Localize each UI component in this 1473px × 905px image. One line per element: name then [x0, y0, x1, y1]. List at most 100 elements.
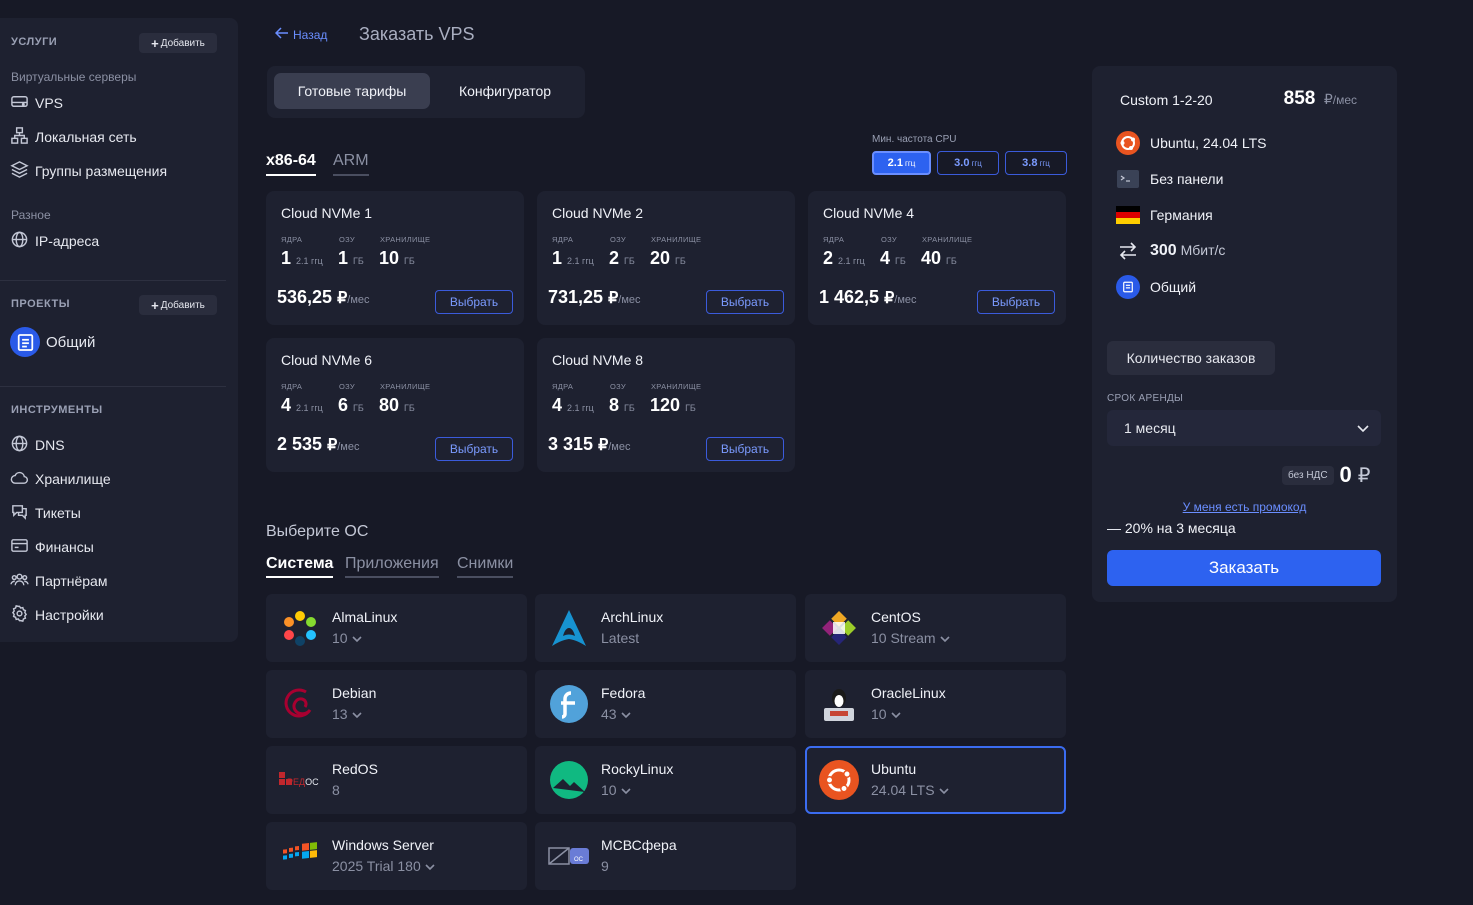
terminal-icon	[1116, 167, 1140, 191]
plan-price: 3 315 ₽/мес	[548, 434, 631, 455]
cpu-freq-label: Мин. частота CPU	[872, 134, 957, 145]
sidebar-item-placement-groups[interactable]: Группы размещения	[10, 160, 167, 182]
os-card-redos[interactable]: РЕДОС RedOS 8	[266, 746, 527, 814]
tab-apps[interactable]: Приложения	[345, 555, 439, 578]
plan-card[interactable]: Cloud NVMe 2 ЯДРА ОЗУ ХРАНИЛИЩЕ 1 2.1 гг…	[537, 191, 795, 325]
os-version[interactable]: 10	[601, 782, 631, 798]
plan-card[interactable]: Cloud NVMe 8 ЯДРА ОЗУ ХРАНИЛИЩЕ 4 2.1 гг…	[537, 338, 795, 472]
tab-x86-64[interactable]: x86-64	[266, 152, 316, 176]
os-version[interactable]: 24.04 LTS	[871, 782, 949, 798]
summary-currency: ₽	[1323, 91, 1333, 107]
ram-number: 1	[338, 248, 349, 268]
services-heading: УСЛУГИ	[11, 36, 58, 48]
tab-snapshots[interactable]: Снимки	[457, 555, 514, 578]
sidebar-item-local-network[interactable]: Локальная сеть	[10, 126, 137, 148]
os-card-oraclelinux[interactable]: OracleLinux 10	[805, 670, 1066, 738]
select-plan-button[interactable]: Выбрать	[706, 437, 784, 461]
term-select[interactable]: 1 месяц	[1107, 410, 1381, 446]
cores-value: 1 2.1 ггц	[281, 248, 323, 269]
os-card-almalinux[interactable]: AlmaLinux 10	[266, 594, 527, 662]
cores-value: 4 2.1 ггц	[552, 395, 594, 416]
os-name: CentOS	[871, 609, 921, 625]
os-version[interactable]: 2025 Trial 180	[332, 858, 435, 874]
cores-label: ЯДРА	[823, 235, 845, 244]
plan-card[interactable]: Cloud NVMe 1 ЯДРА ОЗУ ХРАНИЛИЩЕ 1 2.1 гг…	[266, 191, 524, 325]
sidebar-item-label: Финансы	[35, 539, 94, 555]
project-icon	[10, 327, 40, 357]
summary-speed: 300 Мбит/с	[1116, 239, 1225, 263]
os-version: 9	[601, 858, 609, 874]
select-plan-button[interactable]: Выбрать	[706, 290, 784, 314]
currency: ₽	[327, 437, 338, 454]
os-version: Latest	[601, 630, 639, 646]
arrow-left-icon	[274, 27, 289, 42]
plan-price: 2 535 ₽/мес	[277, 434, 360, 455]
select-plan-button[interactable]: Выбрать	[435, 437, 513, 461]
os-version[interactable]: 43	[601, 706, 631, 722]
sidebar-project-general[interactable]: Общий	[10, 327, 95, 357]
archlinux-icon	[548, 607, 590, 649]
cpu-option-3-8[interactable]: 3.8 ггц	[1005, 151, 1067, 175]
storage-value: 40 ГБ	[921, 248, 957, 269]
add-label: Добавить	[160, 37, 205, 49]
ram-label: ОЗУ	[339, 382, 355, 391]
os-card-archlinux[interactable]: ArchLinux Latest	[535, 594, 796, 662]
summary-project: Общий	[1116, 275, 1196, 299]
gb-unit: ГБ	[675, 256, 686, 266]
promo-code-link[interactable]: У меня есть промокод	[1092, 500, 1397, 514]
oraclelinux-icon	[818, 683, 860, 725]
os-card-мсвсфера[interactable]: ОС МСВСфера 9	[535, 822, 796, 890]
cores-number: 2	[823, 248, 834, 268]
chevron-down-icon	[621, 782, 631, 798]
add-service-button[interactable]: + Добавить	[139, 33, 217, 53]
sidebar-item-dns[interactable]: DNS	[10, 434, 65, 456]
os-card-rockylinux[interactable]: RockyLinux 10	[535, 746, 796, 814]
order-quantity-button[interactable]: Количество заказов	[1107, 341, 1275, 375]
os-version-value: 2025 Trial 180	[332, 858, 421, 874]
windows-icon	[279, 835, 321, 877]
ram-value: 1 ГБ	[338, 248, 364, 269]
os-card-windows-server[interactable]: Windows Server 2025 Trial 180	[266, 822, 527, 890]
os-version[interactable]: 10 Stream	[871, 630, 950, 646]
select-plan-button[interactable]: Выбрать	[977, 290, 1055, 314]
os-card-centos[interactable]: CentOS 10 Stream	[805, 594, 1066, 662]
os-version[interactable]: 10	[332, 630, 362, 646]
back-link[interactable]: Назад	[274, 27, 327, 42]
os-name: Debian	[332, 685, 377, 701]
currency: ₽	[608, 290, 619, 307]
cores-number: 4	[281, 395, 292, 415]
project-icon	[1116, 275, 1140, 299]
cpu-option-2-1[interactable]: 2.1 ггц	[872, 151, 931, 175]
per-month: /мес	[347, 294, 370, 306]
tab-ready-plans[interactable]: Готовые тарифы	[274, 73, 430, 109]
os-card-ubuntu[interactable]: Ubuntu 24.04 LTS	[805, 746, 1066, 814]
order-button[interactable]: Заказать	[1107, 550, 1381, 586]
sidebar-item-ip[interactable]: IP-адреса	[10, 230, 99, 252]
plan-card[interactable]: Cloud NVMe 6 ЯДРА ОЗУ ХРАНИЛИЩЕ 4 2.1 гг…	[266, 338, 524, 472]
sidebar-item-tickets[interactable]: Тикеты	[10, 502, 81, 524]
ram-value: 6 ГБ	[338, 395, 364, 416]
add-project-button[interactable]: + Добавить	[139, 295, 217, 315]
os-version-value: 10 Stream	[871, 630, 936, 646]
divider	[0, 280, 226, 281]
tab-system[interactable]: Система	[266, 555, 334, 578]
os-name: RedOS	[332, 761, 378, 777]
os-card-debian[interactable]: Debian 13	[266, 670, 527, 738]
plan-name: Cloud NVMe 2	[552, 205, 644, 221]
tab-configurator[interactable]: Конфигуратор	[441, 73, 569, 109]
plan-card[interactable]: Cloud NVMe 4 ЯДРА ОЗУ ХРАНИЛИЩЕ 2 2.1 гг…	[808, 191, 1066, 325]
tab-arm[interactable]: ARM	[333, 152, 369, 176]
os-name: OracleLinux	[871, 685, 946, 701]
sidebar-item-finance[interactable]: Финансы	[10, 536, 94, 558]
sidebar-item-settings[interactable]: Настройки	[10, 604, 104, 626]
sidebar-item-partners[interactable]: Партнёрам	[10, 570, 107, 592]
gb-unit: ГБ	[404, 256, 415, 266]
select-plan-button[interactable]: Выбрать	[435, 290, 513, 314]
os-version[interactable]: 10	[871, 706, 901, 722]
per-month: /мес	[608, 441, 631, 453]
sidebar-item-vps[interactable]: VPS	[10, 92, 63, 114]
sidebar-item-storage[interactable]: Хранилище	[10, 468, 111, 490]
cpu-option-3-0[interactable]: 3.0 ггц	[937, 151, 999, 175]
os-version[interactable]: 13	[332, 706, 362, 722]
os-card-fedora[interactable]: Fedora 43	[535, 670, 796, 738]
